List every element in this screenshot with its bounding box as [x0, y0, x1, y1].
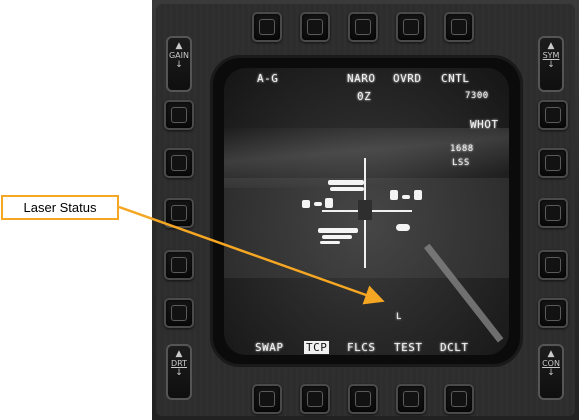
terrain-field [224, 178, 509, 278]
osb-bottom-3[interactable] [348, 384, 378, 414]
target-vehicle [320, 241, 340, 244]
con-label: CON [542, 359, 560, 368]
target-vehicle [390, 190, 398, 200]
rocker-down-arrow-icon: ↓ [175, 60, 183, 70]
osb-left-3[interactable] [164, 198, 194, 228]
target-vehicle [330, 187, 364, 191]
polarity-label: WHOT [470, 118, 499, 131]
target-vehicle [396, 224, 410, 231]
osb-top-4[interactable] [396, 12, 426, 42]
altitude-readout: 7300 [465, 91, 489, 101]
tab-test[interactable]: TEST [394, 341, 423, 354]
osb-left-4[interactable] [164, 250, 194, 280]
osb-bottom-1[interactable] [252, 384, 282, 414]
drt-label: DRT [170, 359, 188, 368]
naro-label: NARO [347, 72, 376, 85]
rocker-down-arrow-icon: ↓ [175, 368, 183, 378]
laser-code-readout: 1688 [450, 144, 474, 154]
rocker-up-arrow-icon: ▲ [175, 349, 183, 359]
osb-right-4[interactable] [538, 250, 568, 280]
rocker-down-arrow-icon: ↓ [547, 368, 555, 378]
tab-flcs[interactable]: FLCS [347, 341, 376, 354]
gain-rocker[interactable]: ▲ GAIN ↓ [166, 36, 192, 92]
rocker-up-arrow-icon: ▲ [547, 41, 555, 51]
rocker-up-arrow-icon: ▲ [547, 349, 555, 359]
osb-right-5[interactable] [538, 298, 568, 328]
tab-dclt[interactable]: DCLT [440, 341, 469, 354]
crosshair-gap [358, 200, 372, 220]
osb-top-5[interactable] [444, 12, 474, 42]
osb-left-2[interactable] [164, 148, 194, 178]
target-vehicle [302, 200, 310, 208]
gain-label: GAIN [168, 51, 189, 60]
osb-left-5[interactable] [164, 298, 194, 328]
osb-top-2[interactable] [300, 12, 330, 42]
osb-bottom-2[interactable] [300, 384, 330, 414]
osb-top-1[interactable] [252, 12, 282, 42]
rocker-down-arrow-icon: ↓ [547, 60, 555, 70]
osb-bottom-4[interactable] [396, 384, 426, 414]
target-vehicle [314, 202, 322, 206]
tab-swap[interactable]: SWAP [255, 341, 284, 354]
target-vehicle [322, 235, 352, 239]
osb-right-1[interactable] [538, 100, 568, 130]
cntl-label: CNTL [441, 72, 470, 85]
laser-mode-readout: LSS [452, 158, 470, 168]
target-vehicle [325, 198, 333, 208]
master-mode-label: A-G [257, 72, 279, 85]
laser-status-indicator: L [396, 312, 402, 322]
osb-right-3[interactable] [538, 198, 568, 228]
callout-label: Laser Status [23, 200, 97, 215]
target-vehicle [402, 195, 410, 199]
zoom-readout: 0Z [357, 90, 372, 103]
rocker-up-arrow-icon: ▲ [175, 41, 183, 51]
osb-top-3[interactable] [348, 12, 378, 42]
target-vehicle [318, 228, 358, 233]
laser-status-callout: Laser Status [1, 195, 119, 220]
drt-rocker[interactable]: ▲ DRT ↓ [166, 344, 192, 400]
tab-tgp[interactable]: TCP [304, 341, 330, 354]
osb-bottom-5[interactable] [444, 384, 474, 414]
sym-rocker[interactable]: ▲ SYM ↓ [538, 36, 564, 92]
osb-right-2[interactable] [538, 148, 568, 178]
ovrd-label: OVRD [393, 72, 422, 85]
con-rocker[interactable]: ▲ CON ↓ [538, 344, 564, 400]
sym-label: SYM [542, 51, 560, 60]
osb-left-1[interactable] [164, 100, 194, 130]
target-vehicle [414, 190, 422, 200]
target-vehicle [328, 180, 364, 185]
